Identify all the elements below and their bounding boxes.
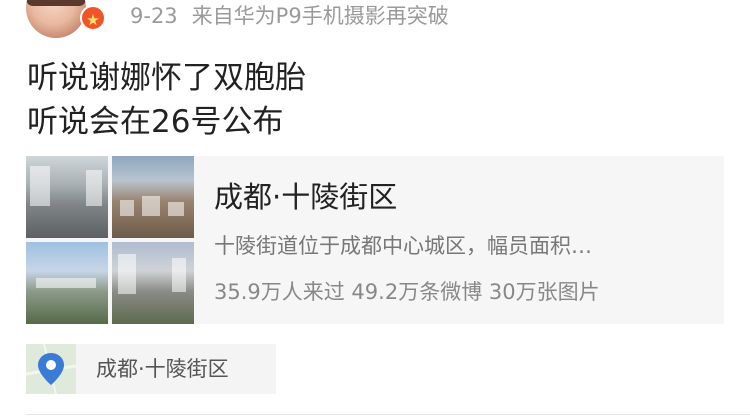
post-meta: 9-23 来自华为P9手机摄影再突破	[130, 2, 449, 30]
divider	[26, 414, 750, 415]
avatar[interactable]	[26, 0, 86, 38]
location-stats: 35.9万人来过 49.2万条微博 30万张图片	[214, 280, 600, 304]
location-photo-hillside	[112, 156, 194, 238]
verified-badge-icon: ★	[80, 5, 106, 31]
post-text: 听说谢娜怀了双胞胎 听说会在26号公布	[27, 56, 306, 144]
location-photo-street	[26, 156, 108, 238]
post-time: 9-23	[130, 4, 178, 28]
location-description: 十陵街道位于成都中心城区，幅员面积…	[214, 234, 592, 258]
avatar-hair	[26, 0, 86, 6]
post-source[interactable]: 来自华为P9手机摄影再突破	[192, 4, 449, 28]
location-photo-aerial	[26, 242, 108, 324]
location-card[interactable]: 成都·十陵街区 十陵街道位于成都中心城区，幅员面积… 35.9万人来过 49.2…	[26, 156, 724, 324]
map-thumbnail	[26, 344, 76, 394]
post-text-line: 听说谢娜怀了双胞胎	[27, 60, 306, 96]
location-photo-buildings	[112, 242, 194, 324]
post-text-line: 听说会在26号公布	[27, 104, 284, 140]
location-tag-label: 成都·十陵街区	[96, 357, 229, 381]
weibo-post: ★ 9-23 来自华为P9手机摄影再突破 听说谢娜怀了双胞胎 听说会在26号公布	[0, 0, 750, 416]
location-title: 成都·十陵街区	[214, 180, 398, 214]
location-photo-grid	[26, 156, 194, 324]
location-tag[interactable]: 成都·十陵街区	[26, 344, 276, 394]
location-pin-icon	[26, 344, 76, 394]
